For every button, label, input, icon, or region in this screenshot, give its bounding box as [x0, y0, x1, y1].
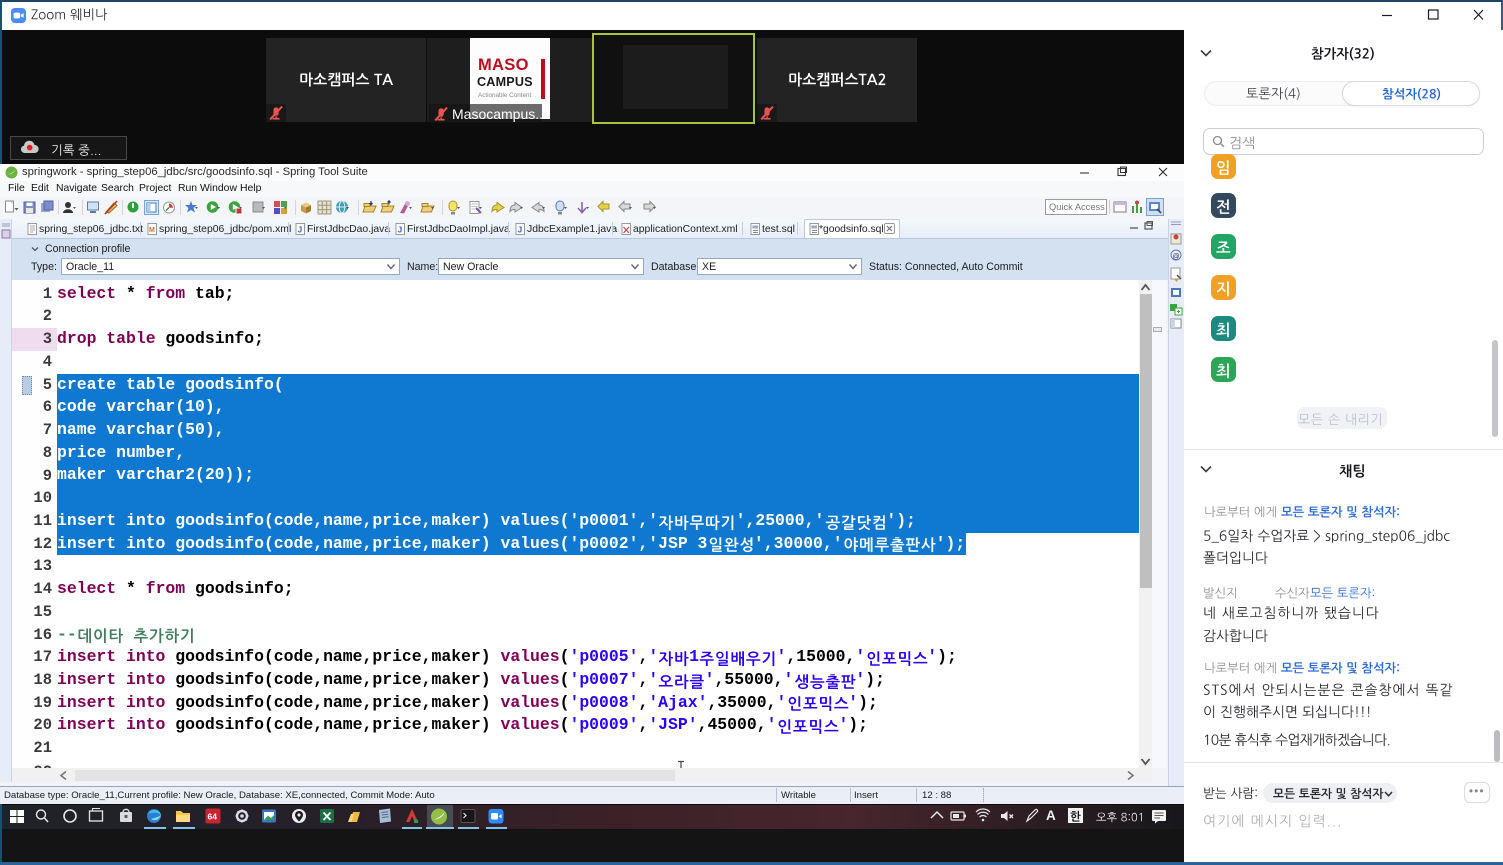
svg-text:@: @: [1173, 254, 1180, 261]
svg-text:M: M: [149, 227, 155, 234]
svg-text:J: J: [298, 225, 303, 235]
svg-text:J: J: [518, 225, 523, 235]
svg-text:J: J: [398, 225, 403, 235]
svg-text:64: 64: [208, 812, 218, 822]
